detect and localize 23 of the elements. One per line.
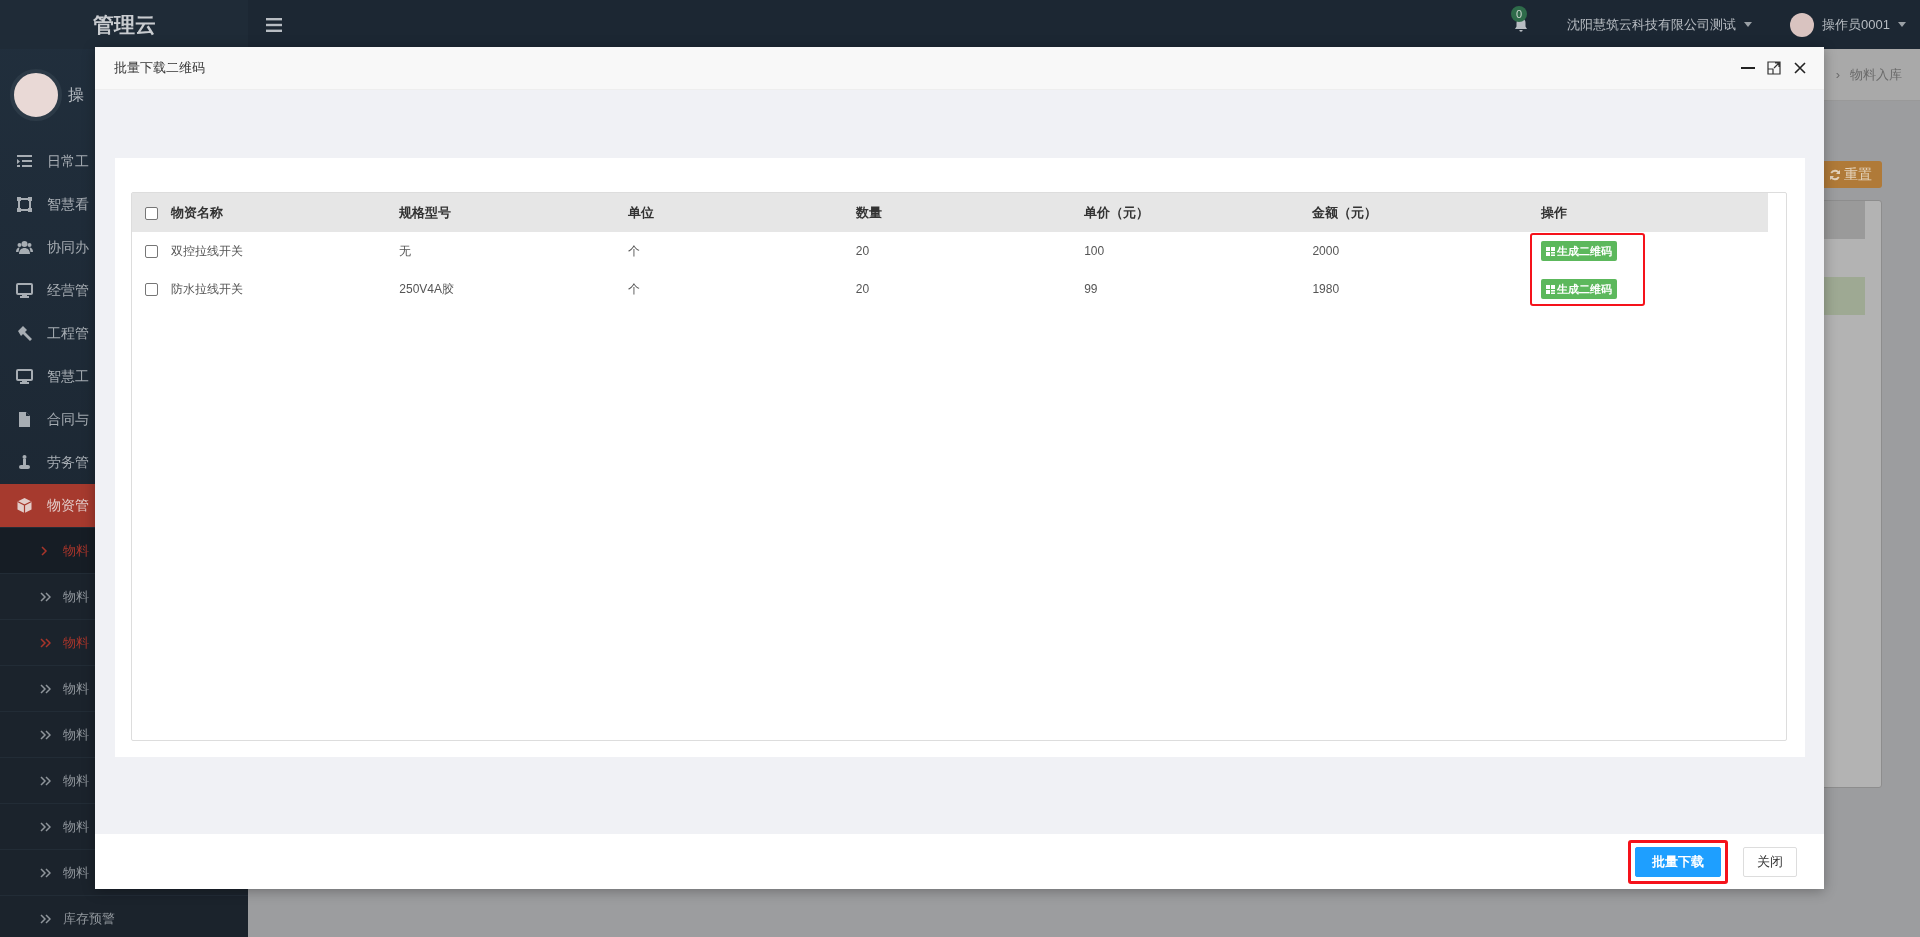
- column-header: 规格型号: [399, 204, 452, 220]
- app-logo: 管理云: [0, 0, 248, 49]
- column-header: 单价（元）: [1084, 204, 1150, 220]
- table-cell: 20: [855, 282, 870, 296]
- column-header: 物资名称: [171, 204, 223, 220]
- table-cell: 99: [1084, 282, 1098, 296]
- table-cell: 2000: [1312, 244, 1340, 258]
- dialog-title: 批量下载二维码: [114, 59, 205, 78]
- column-header: 金额（元）: [1312, 204, 1378, 220]
- table-cell: 1980: [1312, 282, 1340, 296]
- column-header: 数量: [855, 204, 882, 220]
- user-name: 操: [68, 84, 84, 105]
- table-cell: 250V4A胶: [399, 282, 454, 296]
- column-header: 操作: [1540, 204, 1567, 220]
- table-cell: 无: [399, 244, 412, 258]
- column-header: 单位: [627, 204, 654, 220]
- table-cell: 个: [627, 282, 640, 296]
- table-cell: 100: [1084, 244, 1105, 258]
- table-cell: 防水拉线开关: [171, 282, 243, 296]
- table-cell: 个: [627, 244, 640, 258]
- table-cell: 双控拉线开关: [171, 244, 243, 258]
- breadcrumb-separator: ›: [1835, 65, 1840, 84]
- table-cell: 20: [855, 244, 870, 258]
